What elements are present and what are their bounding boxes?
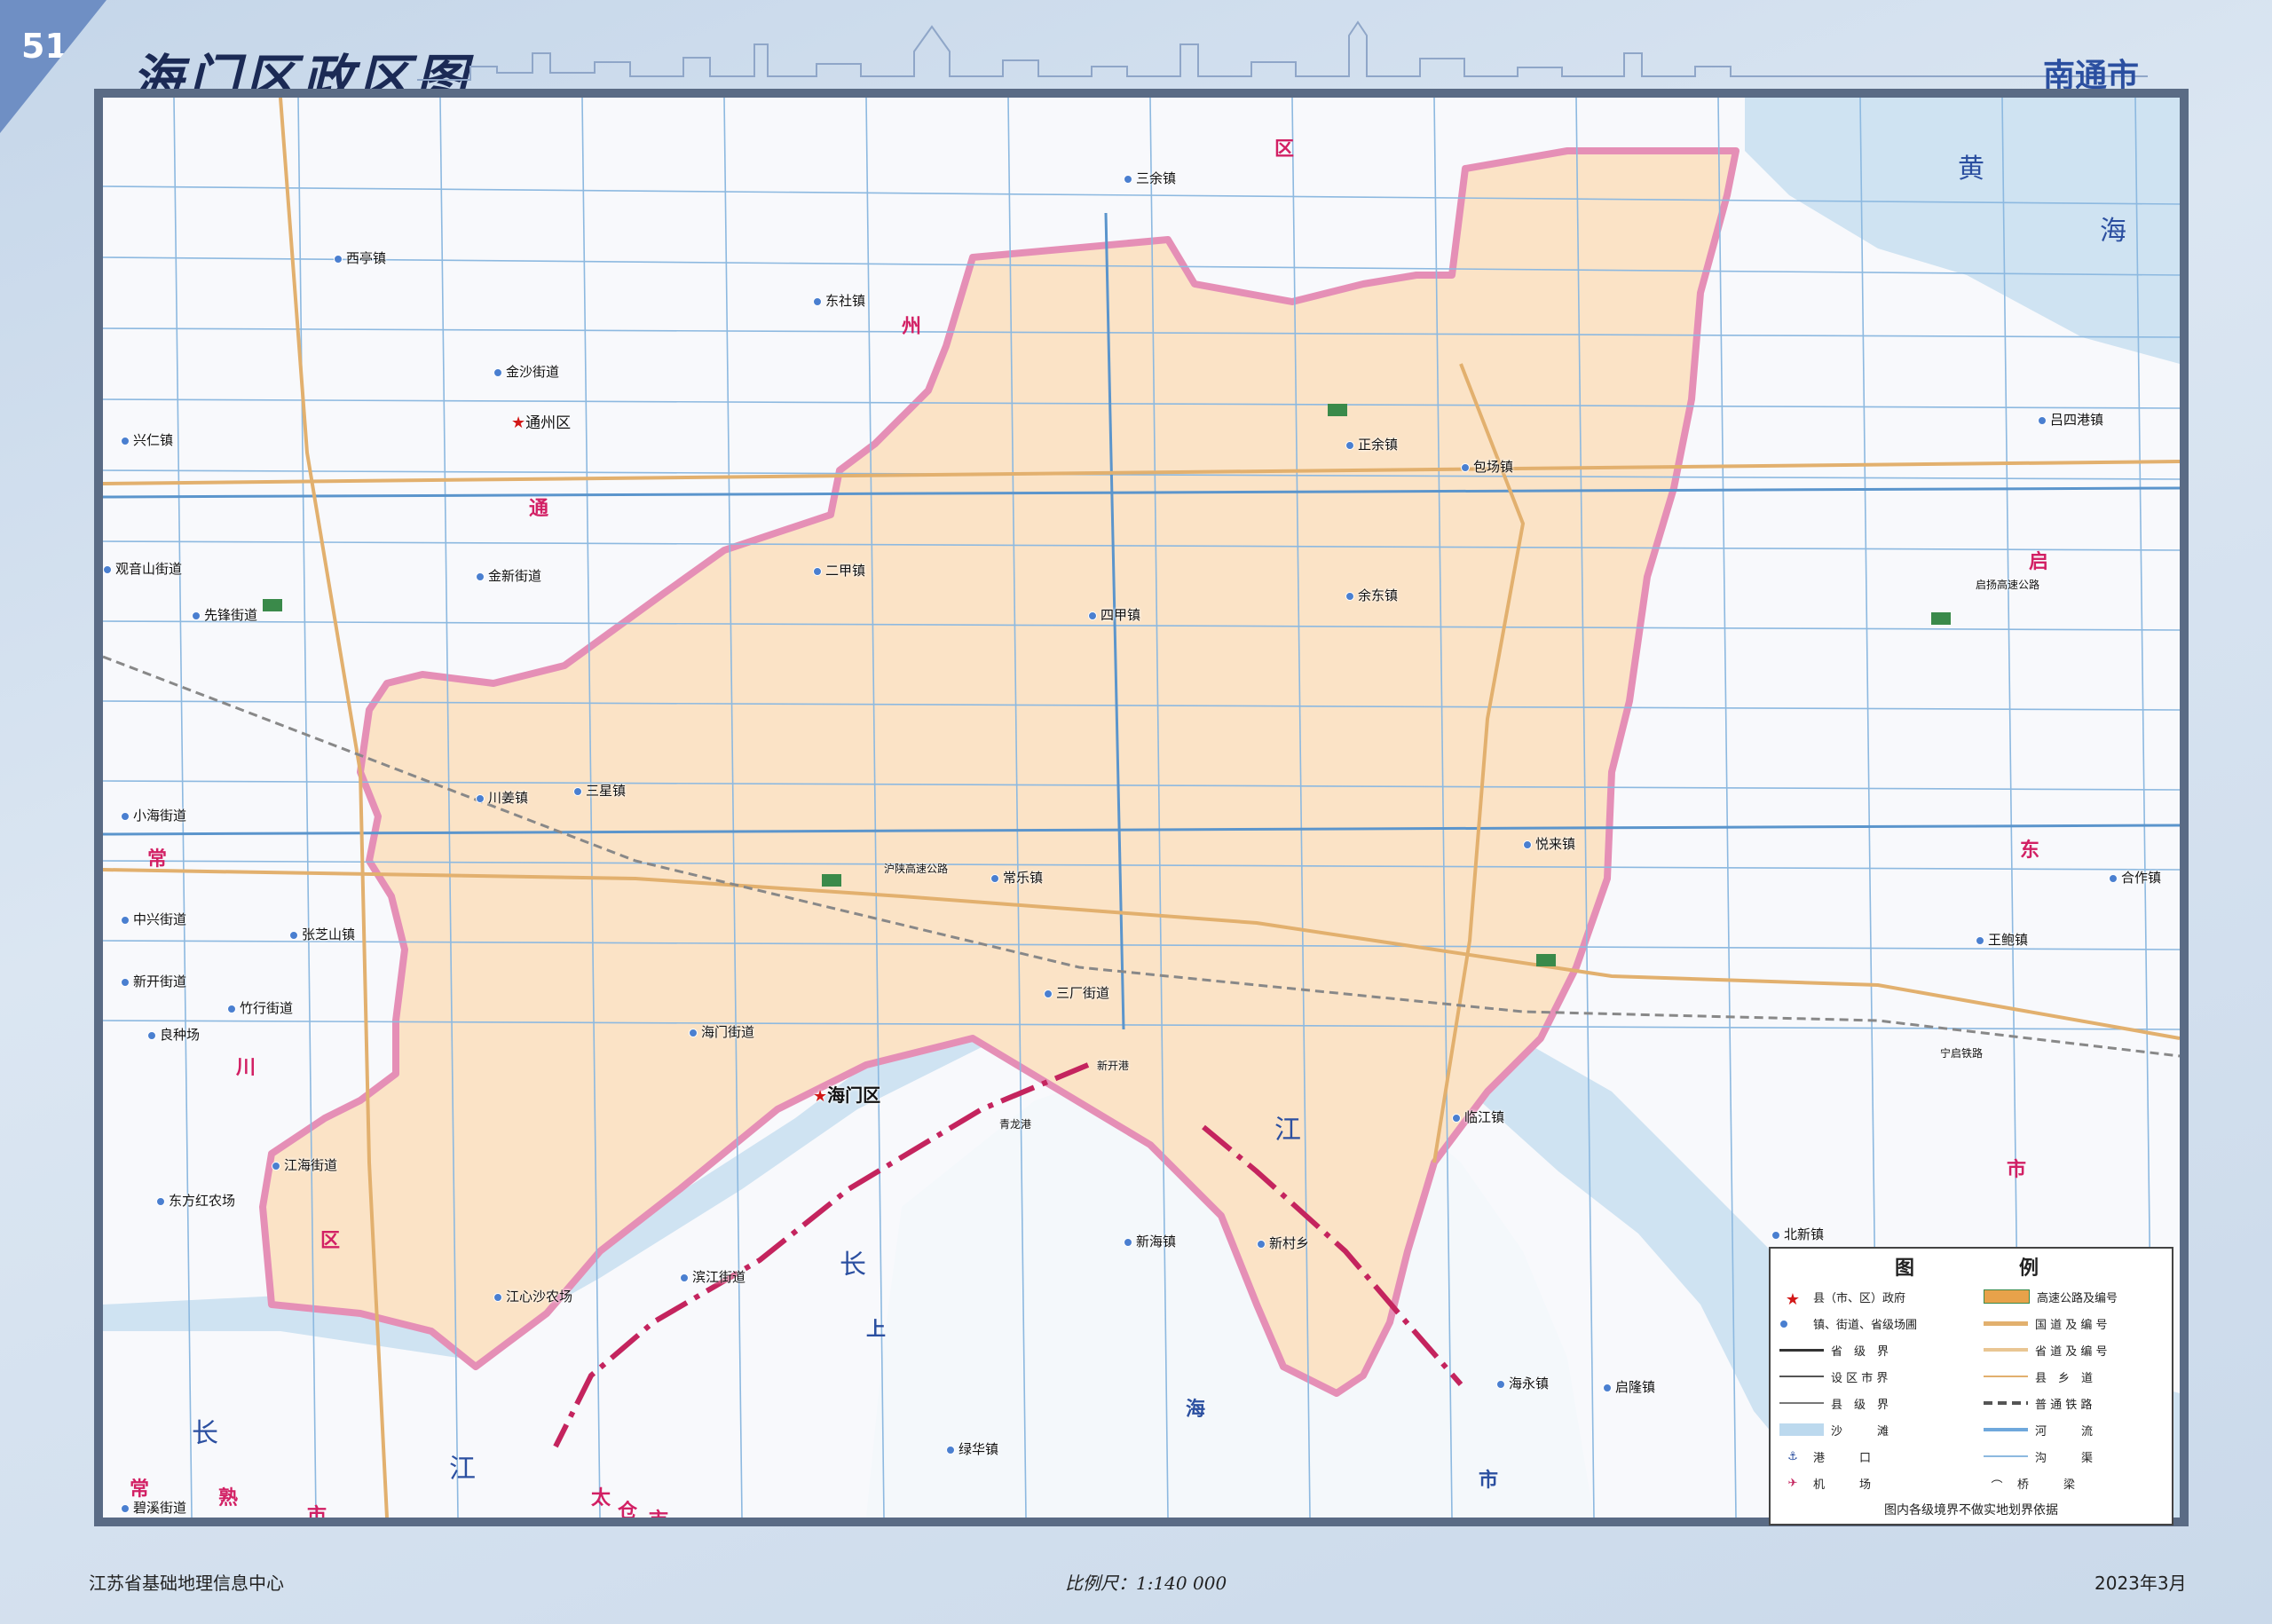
admin-label: 通 <box>529 497 549 520</box>
town-label: 三厂街道 <box>1044 983 1109 1002</box>
admin-label: 海 <box>1186 1398 1206 1421</box>
town-label: 新海镇 <box>1124 1232 1176 1250</box>
town-label: 兴仁镇 <box>121 430 173 449</box>
admin-label: 市 <box>2007 1158 2027 1181</box>
town-label: 北新镇 <box>1771 1225 1824 1243</box>
legend-item: 国 道 及 编 号 <box>1984 1313 2108 1334</box>
legend-item: ✈ 机 场 <box>1787 1477 1872 1492</box>
legend-item: 河 流 <box>1984 1419 2093 1440</box>
town-label: 二甲镇 <box>813 561 865 579</box>
town-label: 常乐镇 <box>990 868 1043 887</box>
water-label: 江 <box>449 1454 476 1485</box>
admin-label: 常 <box>147 847 168 871</box>
town-label: 王鲍镇 <box>1976 930 2028 949</box>
admin-label: 川 <box>236 1056 256 1079</box>
town-label: 三余镇 <box>1124 169 1176 187</box>
page-number: 51 <box>21 27 68 66</box>
town-label: 西亭镇 <box>334 248 386 267</box>
admin-label: 东 <box>2020 839 2040 862</box>
town-label: 良种场 <box>147 1025 200 1044</box>
water-label: 长 <box>192 1418 218 1449</box>
admin-label: 太 <box>591 1486 611 1510</box>
town-label: 金沙街道 <box>493 362 559 381</box>
port-label: 新开港 <box>1097 1060 1130 1072</box>
road-label: 沪陕高速公路 <box>884 863 949 875</box>
town-label: 川姜镇 <box>476 788 528 807</box>
legend-item: 县 乡 道 <box>1984 1366 2093 1387</box>
town-label: 中兴街道 <box>121 910 186 928</box>
admin-label: 常 <box>130 1478 150 1501</box>
admin-label: 区 <box>1274 138 1295 161</box>
legend-item: 镇、街道、省级场圃 <box>1779 1313 1917 1334</box>
water-label: 海 <box>2100 216 2126 247</box>
town-label: 新开街道 <box>121 972 186 990</box>
map-legend: 图 例 ★ 县（市、区）政府 镇、街道、省级场圃 省 级 界 设 区 市 界 县 … <box>1769 1247 2173 1525</box>
road-label: 宁启铁路 <box>1940 1047 1984 1060</box>
admin-label: 上 <box>866 1318 887 1341</box>
admin-label: 启 <box>2029 550 2049 573</box>
town-label: 东社镇 <box>813 291 865 310</box>
map-scale: 比例尺：1:140 000 <box>1065 1573 1227 1594</box>
legend-item: ⌒ 桥 梁 <box>1991 1478 2076 1494</box>
water-label: 江 <box>1274 1115 1301 1146</box>
town-label: 启隆镇 <box>1603 1377 1655 1396</box>
town-label: 四甲镇 <box>1088 605 1140 624</box>
port-label: 青龙港 <box>999 1118 1032 1131</box>
town-label: 余东镇 <box>1345 586 1398 604</box>
legend-item: 省 道 及 编 号 <box>1984 1339 2108 1360</box>
haimen-district-seat: ★海门区 <box>813 1084 881 1106</box>
legend-item: 沟 渠 <box>1984 1446 2093 1467</box>
skyline-decoration <box>417 20 2148 81</box>
admin-label: 市 <box>307 1504 327 1518</box>
town-label: 新村乡 <box>1257 1234 1309 1252</box>
road-label: 启扬高速公路 <box>1976 579 2040 591</box>
town-label: 三星镇 <box>573 781 626 800</box>
admin-label: 熟 <box>218 1486 239 1510</box>
legend-note: 图内各级境界不做实地划界依据 <box>1884 1503 2058 1518</box>
town-label: 吕四港镇 <box>2038 410 2103 429</box>
admin-label: 市 <box>649 1504 668 1518</box>
admin-label: 州 <box>902 315 922 338</box>
town-label: 滨江街道 <box>680 1267 746 1286</box>
page-number-badge: 51 <box>0 0 106 133</box>
legend-item: 普 通 铁 路 <box>1984 1392 2092 1414</box>
town-label: 海永镇 <box>1496 1374 1549 1392</box>
legend-item: 省 级 界 <box>1779 1339 1889 1360</box>
town-label: 江海街道 <box>272 1155 337 1174</box>
town-label: 东方红农场 <box>156 1191 235 1210</box>
town-label: 张芝山镇 <box>289 925 355 943</box>
water-label: 黄 <box>1958 154 1984 185</box>
town-label: 竹行街道 <box>227 998 293 1017</box>
town-label: 江心沙农场 <box>493 1287 572 1305</box>
water-label: 长 <box>840 1250 866 1281</box>
legend-item: 设 区 市 界 <box>1779 1366 1888 1387</box>
legend-title-right: 例 <box>2019 1257 2039 1280</box>
legend-item: 县 级 界 <box>1779 1392 1889 1414</box>
admin-label: 仓 <box>618 1500 638 1518</box>
town-label: 先锋街道 <box>192 605 257 624</box>
town-label: 合作镇 <box>2109 868 2161 887</box>
admin-label: 区 <box>320 1229 341 1252</box>
legend-item: ⚓ 港 口 <box>1787 1450 1872 1465</box>
town-label: 临江镇 <box>1452 1108 1504 1126</box>
town-label: 悦来镇 <box>1523 834 1575 853</box>
legend-item: ★ 县（市、区）政府 <box>1785 1290 1906 1309</box>
admin-label: 市 <box>1479 1469 1499 1492</box>
town-label: 包场镇 <box>1461 457 1513 476</box>
town-label: 绿华镇 <box>946 1439 998 1458</box>
legend-title-left: 图 <box>1895 1257 1915 1280</box>
publish-date: 2023年3月 <box>2094 1573 2187 1594</box>
legend-item: 沙 滩 <box>1779 1419 1889 1440</box>
tongzhou-district-seat: ★通州区 <box>511 414 572 432</box>
town-label: 海门街道 <box>689 1022 754 1041</box>
town-label: 正余镇 <box>1345 435 1398 453</box>
publisher: 江苏省基础地理信息中心 <box>89 1573 284 1594</box>
town-label: 小海街道 <box>121 806 186 824</box>
legend-item: 高速公路及编号 <box>1984 1286 2118 1307</box>
town-label: 金新街道 <box>476 566 541 585</box>
town-label: 观音山街道 <box>103 559 182 578</box>
